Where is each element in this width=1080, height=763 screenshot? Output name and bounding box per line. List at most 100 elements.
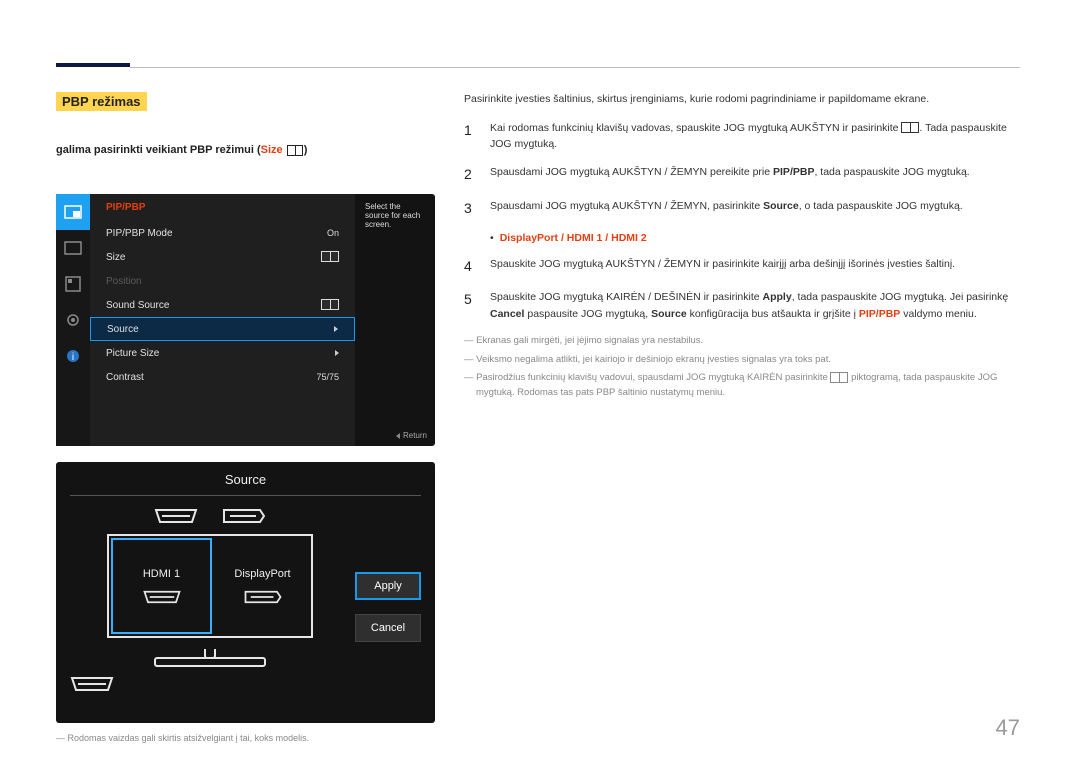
- step-2-num: 2: [464, 164, 490, 186]
- size-word: Size: [261, 144, 283, 156]
- subheading: galima pasirinkti veikiant PBP režimui (…: [56, 144, 307, 156]
- dp-small-icon: [243, 590, 283, 604]
- osd-tooltip: Select the source for each screen.: [355, 194, 435, 237]
- mode-value: On: [327, 228, 339, 238]
- hdmi-port-icon: [154, 508, 198, 524]
- model-footnote: ― Rodomas vaizdas gali skirtis atsižvelg…: [56, 733, 309, 743]
- section-title: PBP režimas: [56, 92, 147, 111]
- sidebar-picture-icon[interactable]: [56, 230, 90, 266]
- button-group: Apply Cancel: [355, 572, 421, 642]
- contrast-value: 75/75: [316, 372, 339, 382]
- s1-text-a: Kai rodomas funkcinių klavišų vadovas, s…: [490, 122, 901, 134]
- s5c: , tada paspauskite JOG mygtuką. Jei pasi…: [792, 291, 1009, 303]
- menu-icon: [901, 122, 919, 133]
- return-icon: [396, 433, 400, 439]
- step-3-body: Spausdami JOG mygtuką AUKŠTYN / ŽEMYN, p…: [490, 198, 1020, 220]
- osd-row-size[interactable]: Size: [90, 245, 355, 269]
- osd-row-picture-size[interactable]: Picture Size: [90, 341, 355, 365]
- sound-value-icon: [321, 299, 339, 312]
- s3-text-c: , o tada paspauskite JOG mygtuką.: [799, 200, 963, 212]
- s5d: Cancel: [490, 308, 524, 320]
- monitor-figure: HDMI 1 DisplayPort: [70, 506, 350, 706]
- step-2-body: Spausdami JOG mygtuką AUKŠTYN / ŽEMYN pe…: [490, 164, 1020, 186]
- pbp-icon-small: [830, 372, 848, 383]
- hdmi2-port-icon: [70, 676, 114, 692]
- subheading-lead: galima pasirinkti veikiant PBP režimui: [56, 144, 257, 156]
- s5f: Source: [651, 308, 687, 320]
- sidebar-onscreen-icon[interactable]: [56, 266, 90, 302]
- half-displayport[interactable]: DisplayPort: [214, 536, 311, 636]
- osd-menu: i PIP/PBP PIP/PBP ModeOn Size Position S…: [56, 194, 435, 446]
- s2-text-c: , tada paspauskite JOG mygtuką.: [814, 166, 969, 178]
- step-1: 1 Kai rodomas funkcinių klavišų vadovas,…: [464, 120, 1020, 153]
- s5i: valdymo meniu.: [900, 308, 976, 320]
- step-5-body: Spauskite JOG mygtuką KAIRĖN / DEŠINĖN i…: [490, 289, 1020, 322]
- return-label: Return: [403, 431, 427, 440]
- osd-sidebar: i: [56, 194, 90, 446]
- options-text: DisplayPort / HDMI 1 / HDMI 2: [500, 232, 647, 244]
- size-label: Size: [106, 252, 321, 263]
- source-enter-icon: [334, 324, 338, 334]
- displayport-port-icon: [222, 508, 266, 524]
- step-5-num: 5: [464, 289, 490, 322]
- split-screen-icon: [287, 145, 303, 156]
- picture-size-label: Picture Size: [106, 348, 335, 359]
- n3a: ― Pasirodžius funkcinių klavišų vadovui,…: [464, 372, 830, 383]
- osd-row-position: Position: [90, 269, 355, 293]
- step-4-num: 4: [464, 256, 490, 278]
- osd-row-sound[interactable]: Sound Source: [90, 293, 355, 317]
- step-3-num: 3: [464, 198, 490, 220]
- s2-pip: PIP/PBP: [773, 166, 814, 178]
- step-2: 2 Spausdami JOG mygtuką AUKŠTYN / ŽEMYN …: [464, 164, 1020, 186]
- osd-return[interactable]: Return: [396, 431, 427, 440]
- note-1: ― Ekranas gali mirgėti, jei įėjimo signa…: [464, 334, 1020, 349]
- s5b: Apply: [763, 291, 792, 303]
- page-number: 47: [996, 715, 1020, 741]
- step-5: 5 Spauskite JOG mygtuką KAIRĖN / DEŠINĖN…: [464, 289, 1020, 322]
- dp-label: DisplayPort: [234, 568, 290, 580]
- hdmi-small-icon: [142, 590, 182, 604]
- src-divider-top: [70, 495, 421, 496]
- sidebar-pip-icon[interactable]: [56, 194, 90, 230]
- instructions-column: Pasirinkite įvesties šaltinius, skirtus …: [464, 92, 1020, 401]
- options-list: •DisplayPort / HDMI 1 / HDMI 2: [490, 232, 1020, 244]
- s5a: Spauskite JOG mygtuką KAIRĖN / DEŠINĖN i…: [490, 291, 763, 303]
- half-hdmi[interactable]: HDMI 1: [111, 538, 212, 634]
- section-rule: [56, 63, 130, 67]
- apply-button[interactable]: Apply: [355, 572, 421, 600]
- mode-label: PIP/PBP Mode: [106, 228, 327, 239]
- osd-body: PIP/PBP PIP/PBP ModeOn Size Position Sou…: [90, 194, 355, 446]
- s2-text-a: Spausdami JOG mygtuką AUKŠTYN / ŽEMYN pe…: [490, 166, 773, 178]
- intro-text: Pasirinkite įvesties šaltinius, skirtus …: [464, 92, 1020, 108]
- s5e: paspausite JOG mygtuką,: [524, 308, 651, 320]
- sidebar-info-icon[interactable]: i: [56, 338, 90, 374]
- source-panel: Source HDMI 1 DisplayPort Apply Cancel: [56, 462, 435, 723]
- sound-label: Sound Source: [106, 300, 321, 311]
- osd-row-mode[interactable]: PIP/PBP ModeOn: [90, 221, 355, 245]
- s3-source: Source: [763, 200, 799, 212]
- step-4-body: Spauskite JOG mygtuką AUKŠTYN / ŽEMYN ir…: [490, 256, 1020, 278]
- osd-header: PIP/PBP: [90, 194, 355, 221]
- screen-outline: HDMI 1 DisplayPort: [107, 534, 313, 638]
- s5g: konfigūracija bus atšaukta ir grįšite į: [687, 308, 859, 320]
- source-panel-title: Source: [56, 462, 435, 487]
- osd-row-contrast[interactable]: Contrast75/75: [90, 365, 355, 389]
- note-2: ― Veiksmo negalima atlikti, jei kairiojo…: [464, 353, 1020, 368]
- s3-text-a: Spausdami JOG mygtuką AUKŠTYN / ŽEMYN, p…: [490, 200, 763, 212]
- osd-row-source[interactable]: Source: [90, 317, 355, 341]
- monitor-stand: [107, 644, 313, 672]
- sidebar-system-icon[interactable]: [56, 302, 90, 338]
- contrast-label: Contrast: [106, 372, 316, 383]
- top-ports: [70, 508, 350, 524]
- position-label: Position: [106, 276, 339, 287]
- size-value-icon: [321, 251, 339, 264]
- header-divider: [130, 67, 1020, 68]
- step-1-num: 1: [464, 120, 490, 153]
- hdmi-label: HDMI 1: [143, 568, 180, 580]
- source-label: Source: [107, 324, 334, 335]
- step-1-body: Kai rodomas funkcinių klavišų vadovas, s…: [490, 120, 1020, 153]
- step-4: 4 Spauskite JOG mygtuką AUKŠTYN / ŽEMYN …: [464, 256, 1020, 278]
- s5h: PIP/PBP: [859, 308, 900, 320]
- step-3: 3 Spausdami JOG mygtuką AUKŠTYN / ŽEMYN,…: [464, 198, 1020, 220]
- cancel-button[interactable]: Cancel: [355, 614, 421, 642]
